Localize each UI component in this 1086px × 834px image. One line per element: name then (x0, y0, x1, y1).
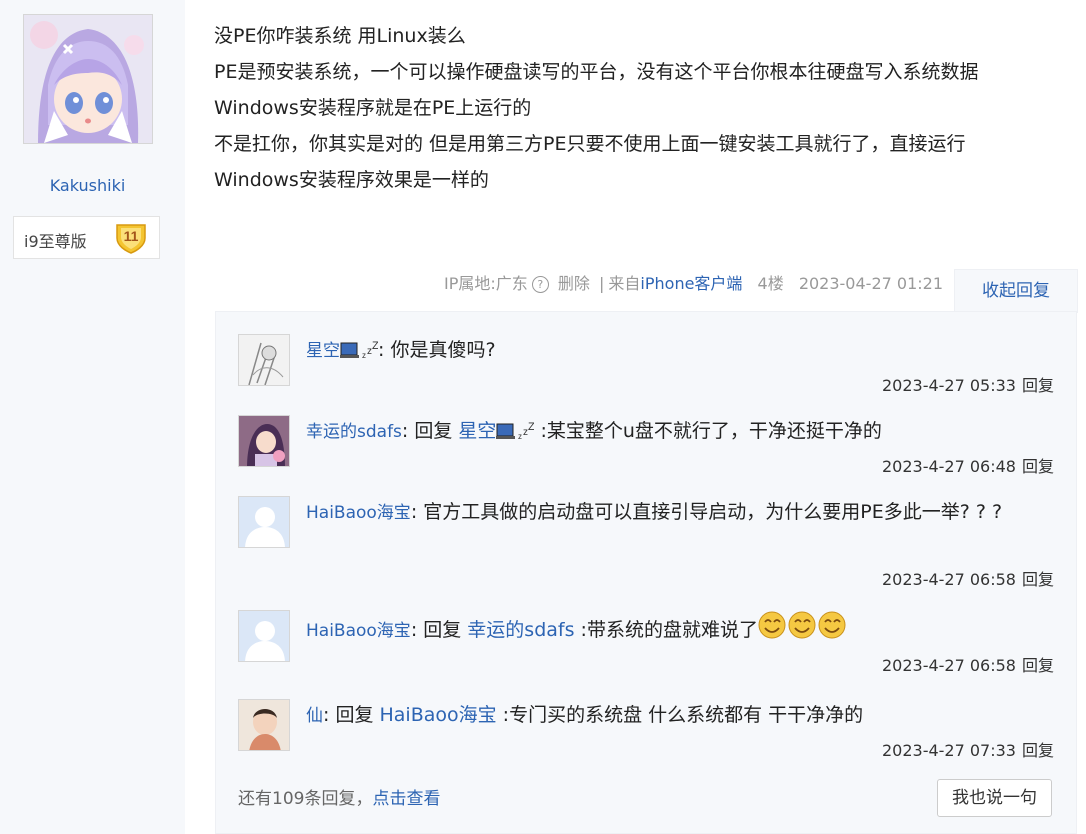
anime-avatar-image (239, 416, 289, 466)
reply-text: HaiBaoo海宝: 官方工具做的启动盘可以直接引导启动，为什么要用PE多此一举… (306, 496, 1006, 529)
list-item: 星空 z z Z: 你是真傻吗? 2023-4-27 05:33 回复 (238, 334, 1058, 404)
client-link[interactable]: iPhone客户端 (640, 274, 742, 293)
reply-time: 2023-4-27 05:33 (881, 376, 1016, 395)
floor-number: 4楼 (757, 274, 784, 293)
reply-text: 仙: 回复 HaiBaoo海宝 :专门买的系统盘 什么系统都有 干干净净的 (306, 699, 1006, 732)
smile-emoji-icon (758, 610, 848, 650)
author-avatar[interactable] (23, 14, 153, 144)
more-replies: 还有109条回复，点击查看 (238, 784, 440, 809)
post-meta: IP属地:广东? 删除 | 来自iPhone客户端 4楼 2023-04-27 0… (0, 270, 943, 294)
reply-button[interactable]: 回复 (1022, 741, 1054, 760)
reply-meta: 2023-4-27 05:33 回复 (882, 372, 1054, 396)
author-panel: Kakushiki i9至尊版 11 (0, 0, 185, 834)
svg-text:z: z (518, 432, 522, 441)
reply-meta: 2023-4-27 07:33 回复 (882, 737, 1054, 761)
reply-meta: 2023-4-27 06:58 回复 (882, 652, 1054, 676)
reply-text: 星空 z z Z: 你是真傻吗? (306, 334, 1006, 370)
help-icon[interactable]: ? (531, 276, 549, 293)
laptop-icon: zzZ (496, 419, 535, 451)
sketch-avatar-image (239, 335, 289, 385)
reply-avatar[interactable] (238, 334, 290, 386)
reply-content: :专门买的系统盘 什么系统都有 干干净净的 (496, 704, 864, 726)
laptop-icon: zzZ (340, 338, 379, 370)
reply-content: : 你是真傻吗? (378, 339, 496, 361)
reply-button[interactable]: 回复 (1022, 376, 1054, 395)
author-name[interactable]: Kakushiki (0, 176, 175, 195)
reply-target[interactable]: 星空 (458, 420, 496, 442)
reply-prefix: : 回复 (323, 704, 380, 726)
child-photo-avatar-image (239, 700, 289, 750)
ip-location: IP属地:广东 (444, 274, 528, 293)
post-line: Windows安装程序效果是一样的 (214, 169, 489, 191)
reply-button[interactable]: 回复 (1022, 656, 1054, 675)
reply-avatar[interactable] (238, 415, 290, 467)
reply-prefix: : 回复 (401, 420, 459, 442)
post-line: 不是扛你，你其实是对的 但是用第三方PE只要不使用上面一键安装工具就行了，直接运… (214, 133, 966, 155)
svg-text:z: z (362, 351, 366, 360)
reply-user[interactable]: 星空 (306, 341, 340, 361)
meta-separator: | (599, 274, 605, 293)
view-more-link[interactable]: 点击查看 (372, 789, 440, 809)
reply-button[interactable]: 回复 (1022, 457, 1054, 476)
reply-avatar[interactable] (238, 496, 290, 548)
reply-target[interactable]: 幸运的sdafs (467, 619, 574, 641)
delete-link[interactable]: 删除 (558, 274, 590, 293)
badge-level-text: 11 (124, 228, 139, 244)
reply-user[interactable]: HaiBaoo海宝 (306, 503, 411, 523)
reply-avatar[interactable] (238, 610, 290, 662)
post-time: 2023-04-27 01:21 (798, 274, 943, 293)
reply-avatar[interactable] (238, 699, 290, 751)
post-line: 没PE你咋装系统 用Linux装么 (214, 25, 466, 47)
level-shield-icon: 11 (114, 222, 148, 258)
default-user-avatar-image (239, 497, 289, 547)
list-item: HaiBaoo海宝: 回复 幸运的sdafs :带系统的盘就难说了 2023-4… (238, 610, 1058, 680)
reply-content: :带系统的盘就难说了 (574, 619, 758, 641)
reply-time: 2023-4-27 06:48 (881, 457, 1016, 476)
reply-text: HaiBaoo海宝: 回复 幸运的sdafs :带系统的盘就难说了 (306, 610, 1006, 650)
reply-button[interactable]: 回复 (1022, 570, 1054, 589)
member-badge[interactable]: i9至尊版 11 (13, 216, 160, 259)
list-item: 幸运的sdafs: 回复 星空 z z Z :某宝整个u盘不就行了，干净还挺干净的 2… (238, 415, 1058, 485)
reply-user[interactable]: 仙 (306, 706, 323, 726)
reply-user[interactable]: 幸运的sdafs (306, 422, 402, 442)
post-line: Windows安装程序就是在PE上运行的 (214, 97, 532, 119)
post-content: 没PE你咋装系统 用Linux装么 PE是预安装系统，一个可以操作硬盘读写的平台… (214, 18, 1074, 198)
list-item: HaiBaoo海宝: 官方工具做的启动盘可以直接引导启动，为什么要用PE多此一举… (238, 496, 1058, 600)
reply-user[interactable]: HaiBaoo海宝 (306, 621, 411, 641)
badge-label: i9至尊版 (24, 232, 87, 251)
reply-content: : 官方工具做的启动盘可以直接引导启动，为什么要用PE多此一举? ? ? (410, 501, 1003, 523)
post-line: PE是预安装系统，一个可以操作硬盘读写的平台，没有这个平台你根本往硬盘写入系统数… (214, 61, 979, 83)
reply-target[interactable]: HaiBaoo海宝 (379, 704, 496, 726)
add-comment-button[interactable]: 我也说一句 (937, 779, 1052, 817)
reply-meta: 2023-4-27 06:58 回复 (882, 566, 1054, 590)
anime-girl-avatar-image (24, 15, 152, 143)
default-user-avatar-image (239, 611, 289, 661)
more-replies-count: 还有109条回复， (238, 789, 373, 809)
collapse-replies-button[interactable]: 收起回复 (954, 269, 1078, 313)
reply-time: 2023-4-27 06:58 (881, 570, 1016, 589)
list-item: 仙: 回复 HaiBaoo海宝 :专门买的系统盘 什么系统都有 干干净净的 20… (238, 699, 1058, 769)
reply-prefix: : 回复 (410, 619, 468, 641)
reply-meta: 2023-4-27 06:48 回复 (882, 453, 1054, 477)
reply-text: 幸运的sdafs: 回复 星空 z z Z :某宝整个u盘不就行了，干净还挺干净的 (306, 415, 1006, 451)
reply-time: 2023-4-27 07:33 (881, 741, 1016, 760)
reply-list: 星空 z z Z: 你是真傻吗? 2023-4-27 05:33 回复 幸运的sdafs… (215, 311, 1077, 834)
from-prefix: 来自 (608, 274, 641, 293)
reply-time: 2023-4-27 06:58 (881, 656, 1016, 675)
reply-content: :某宝整个u盘不就行了，干净还挺干净的 (534, 420, 882, 442)
